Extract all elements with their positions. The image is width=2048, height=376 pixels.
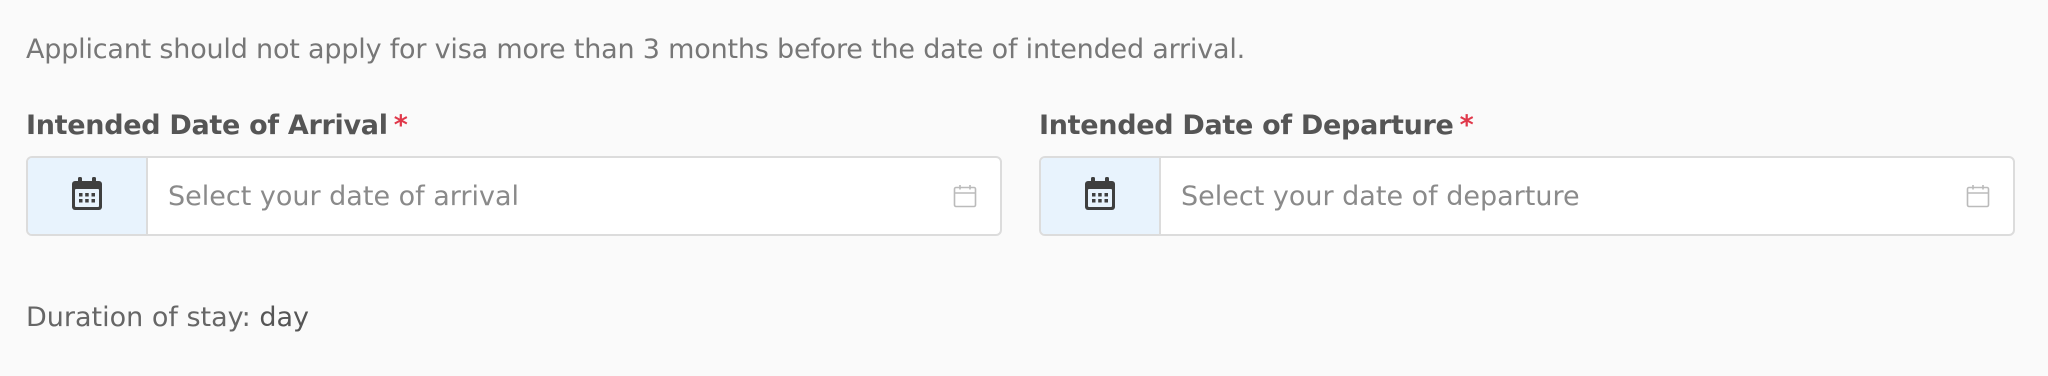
departure-calendar-button[interactable]: [1041, 158, 1161, 234]
duration-of-stay: Duration of stay: day: [26, 302, 309, 333]
duration-unit: day: [259, 302, 310, 333]
arrival-calendar-button[interactable]: [28, 158, 148, 234]
required-asterisk: *: [393, 110, 408, 141]
arrival-date-label: Intended Date of Arrival *: [26, 108, 1002, 148]
required-asterisk: *: [1459, 110, 1474, 141]
departure-date-input[interactable]: [1161, 158, 1943, 234]
calendar-icon: [70, 176, 104, 216]
calendar-icon: [1083, 176, 1117, 216]
departure-date-field: Intended Date of Departure *: [1039, 108, 2015, 236]
arrival-date-field: Intended Date of Arrival *: [26, 108, 1002, 236]
arrival-date-label-text: Intended Date of Arrival: [26, 110, 388, 141]
visa-dates-form: Applicant should not apply for visa more…: [0, 0, 2048, 376]
arrival-calendar-outline-icon[interactable]: [930, 158, 1000, 234]
departure-date-input-group: [1039, 156, 2015, 236]
arrival-date-input-group: [26, 156, 1002, 236]
arrival-date-input[interactable]: [148, 158, 930, 234]
visa-notice-text: Applicant should not apply for visa more…: [26, 34, 1246, 65]
duration-label: Duration of stay:: [26, 302, 251, 333]
departure-calendar-outline-icon[interactable]: [1943, 158, 2013, 234]
departure-date-label: Intended Date of Departure *: [1039, 108, 2015, 148]
departure-date-label-text: Intended Date of Departure: [1039, 110, 1454, 141]
